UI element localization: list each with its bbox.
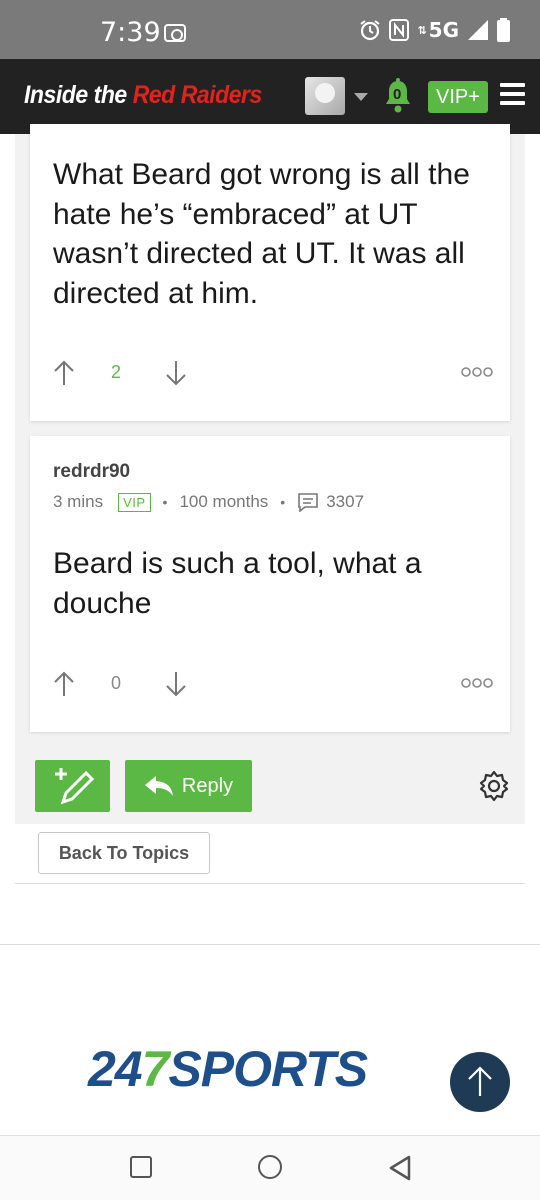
network-label: ⇅ — [417, 23, 427, 37]
post-meta: 3 mins VIP • 100 months • 3307 — [53, 492, 364, 512]
top-navigation: Inside the Red Raiders 0 VIP+ — [0, 59, 540, 134]
more-options-icon[interactable] — [461, 677, 493, 689]
separator-dot: • — [162, 494, 168, 510]
hamburger-menu-icon[interactable] — [500, 83, 525, 107]
downvote-arrow-icon[interactable] — [165, 670, 187, 698]
vip-badge: VIP — [118, 492, 151, 512]
vote-count: 2 — [111, 362, 122, 382]
android-nav-bar — [0, 1135, 540, 1200]
comment-icon — [298, 493, 319, 512]
brand-word: SPORTS — [168, 1041, 368, 1097]
network-type: 5G — [428, 18, 459, 42]
post-username[interactable]: redrdr90 — [53, 461, 130, 483]
back-triangle-icon[interactable] — [388, 1155, 412, 1181]
post-body: Beard is such a tool, what a douche — [53, 547, 422, 620]
back-to-topics-button[interactable]: Back To Topics — [38, 832, 210, 874]
vote-row: 0 — [53, 670, 493, 700]
signal-icon — [468, 20, 488, 40]
more-options-icon[interactable] — [461, 366, 493, 378]
notification-count: 0 — [393, 86, 402, 103]
gear-icon[interactable] — [478, 770, 510, 802]
chevron-down-icon[interactable] — [354, 93, 368, 101]
notifications-bell-icon[interactable]: 0 — [383, 78, 413, 114]
post-body: What Beard got wrong is all the hate he’… — [53, 158, 470, 310]
member-tenure: 100 months — [179, 492, 269, 511]
upvote-arrow-icon[interactable] — [53, 670, 75, 698]
screen-record-icon — [164, 24, 186, 42]
vote-count: 0 — [111, 673, 122, 693]
new-post-button[interactable] — [35, 760, 110, 812]
247sports-logo[interactable]: 247SPORTS — [88, 1040, 368, 1098]
brand-num-a: 24 — [88, 1041, 143, 1097]
arrow-up-icon — [468, 1066, 492, 1096]
recent-apps-icon[interactable] — [130, 1156, 152, 1178]
logo-text-red: Red Raiders — [132, 81, 263, 109]
battery-icon — [497, 18, 510, 42]
vip-plus-button[interactable]: VIP+ — [428, 81, 488, 113]
post-card: redrdr90 3 mins VIP • 100 months • 3307 … — [30, 436, 510, 732]
logo-text: Inside the — [24, 81, 133, 109]
new-post-pencil-icon — [55, 768, 95, 805]
reply-arrow-icon — [144, 776, 173, 796]
home-icon[interactable] — [258, 1155, 282, 1179]
post-time: 3 mins — [53, 492, 104, 511]
site-logo[interactable]: Inside the Red Raiders — [24, 81, 262, 110]
brand-num-b: 7 — [141, 1041, 170, 1097]
divider — [15, 883, 525, 884]
alarm-icon — [360, 20, 381, 41]
nfc-icon — [389, 19, 410, 41]
reply-label: Reply — [181, 774, 234, 797]
reply-button[interactable]: Reply — [125, 760, 252, 812]
scroll-to-top-button[interactable] — [450, 1052, 510, 1112]
status-icons: ⇅ 5G — [359, 18, 510, 42]
action-bar: Reply — [15, 748, 525, 824]
status-time: 7:39 — [100, 17, 161, 48]
vote-row: 2 — [53, 359, 493, 389]
posts-feed: What Beard got wrong is all the hate he’… — [15, 124, 525, 748]
user-avatar[interactable] — [305, 77, 345, 115]
status-bar: 7:39 ⇅ 5G — [0, 0, 540, 59]
post-card: What Beard got wrong is all the hate he’… — [30, 124, 510, 421]
post-count: 3307 — [326, 492, 365, 511]
divider — [0, 944, 540, 945]
upvote-arrow-icon[interactable] — [53, 359, 75, 387]
separator-dot: • — [280, 494, 286, 510]
downvote-arrow-icon[interactable] — [165, 359, 187, 387]
